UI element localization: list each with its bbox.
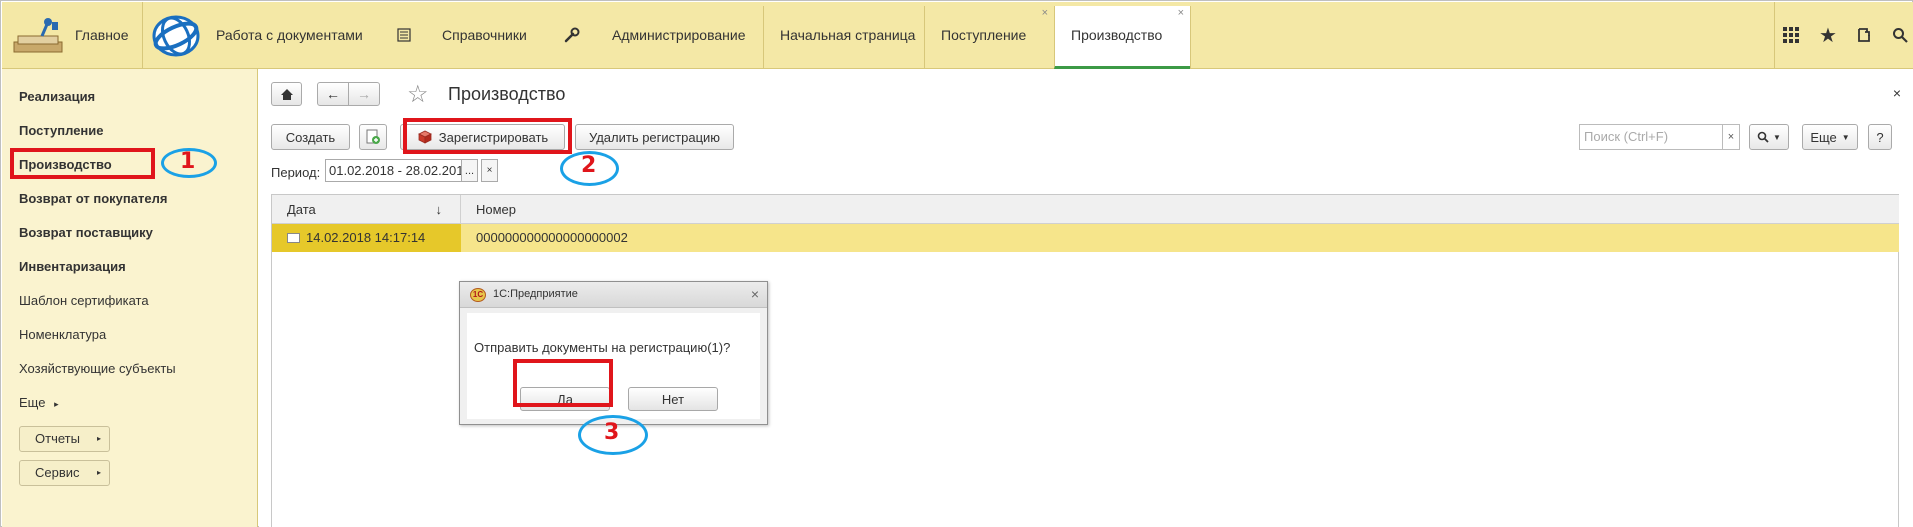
cell-date: 14.02.2018 14:17:14 [272, 224, 461, 252]
reports-arrow-icon: ▸ [96, 434, 101, 443]
copy-doc-icon [366, 129, 380, 144]
dialog-message: Отправить документы на регистрацию(1)? [474, 340, 731, 355]
sidebar-item-nomenclature[interactable]: Номенклатура [19, 327, 106, 342]
search-options-button[interactable]: ▼ [1749, 124, 1789, 150]
form-close-icon[interactable]: × [1893, 85, 1901, 101]
tab-production-close-icon[interactable]: × [1178, 7, 1184, 19]
unregister-button[interactable]: Удалить регистрацию [575, 124, 734, 150]
service-arrow-icon: ▸ [96, 468, 101, 477]
search-icon[interactable] [1889, 24, 1911, 46]
confirm-dialog: 1С 1С:Предприятие × Отправить документы … [459, 281, 768, 425]
search-input[interactable]: Поиск (Ctrl+F) [1579, 124, 1737, 150]
dialog-body: Отправить документы на регистрацию(1)? Д… [467, 313, 760, 419]
forward-button[interactable]: → [348, 82, 380, 106]
document-icon [287, 233, 300, 243]
section-references[interactable]: Справочники [397, 2, 547, 69]
more-button[interactable]: Еще ▼ [1802, 124, 1858, 150]
tab-production-label: Производство [1071, 27, 1163, 43]
section-references-label: Справочники [442, 27, 527, 43]
sidebar-item-supplier-return[interactable]: Возврат поставщику [19, 225, 153, 240]
section-documents-label: Работа с документами [216, 27, 363, 43]
sort-down-icon: ↓ [435, 202, 443, 217]
service-button-label: Сервис [35, 465, 80, 480]
section-home-label: Главное [75, 27, 129, 43]
forward-arrow-icon: → [357, 86, 371, 102]
more-arrow-icon: ▼ [1841, 132, 1850, 142]
period-label: Период: [271, 165, 321, 180]
sidebar-item-certificate-template[interactable]: Шаблон сертификата [19, 293, 149, 308]
back-button[interactable]: ← [317, 82, 349, 106]
section-administration[interactable]: Администрирование [564, 2, 754, 69]
apps-grid-icon[interactable] [1780, 24, 1802, 46]
sidebar-more-arrow-icon: ▸ [54, 399, 59, 409]
reports-button-label: Отчеты [35, 431, 80, 446]
cell-number: 000000000000000000002 [476, 230, 628, 245]
annotation-number-2: 2 [581, 153, 597, 178]
page-title: Производство [448, 84, 566, 104]
period-clear-icon[interactable]: × [481, 159, 498, 182]
sidebar-item-sales[interactable]: Реализация [19, 89, 95, 104]
star-icon[interactable]: ★ [1817, 24, 1839, 47]
sidebar-item-receipt[interactable]: Поступление [19, 123, 104, 138]
column-header-date-label: Дата [287, 202, 316, 217]
column-header-date[interactable]: Дата ↓ [272, 195, 461, 224]
section-divider [142, 2, 143, 69]
sidebar-item-more[interactable]: Еще ▸ [19, 395, 59, 410]
search-small-icon [1757, 131, 1769, 143]
wrench-icon [564, 27, 580, 43]
search-clear-icon[interactable]: × [1722, 124, 1740, 150]
period-field[interactable]: 01.02.2018 - 28.02.2018 [325, 159, 462, 182]
service-button[interactable]: Сервис ▸ [19, 460, 110, 486]
annotation-number-3: 3 [604, 420, 620, 445]
section-administration-label: Администрирование [612, 27, 746, 43]
history-icon[interactable] [1853, 24, 1875, 46]
tab-production[interactable]: Производство × [1054, 6, 1190, 69]
sidebar-item-more-label: Еще [19, 395, 46, 410]
tab-divider [1190, 6, 1191, 69]
more-button-label: Еще [1810, 129, 1837, 145]
tab-start-page-label: Начальная страница [780, 27, 916, 43]
no-button[interactable]: Нет [628, 387, 718, 411]
annotation-box-1 [10, 148, 155, 179]
section-home[interactable]: Главное [2, 2, 142, 69]
column-header-number[interactable]: Номер [461, 195, 1899, 224]
annotation-box-3 [513, 359, 613, 407]
back-arrow-icon: ← [326, 86, 340, 102]
top-panel: Главное Работа с документами Справочники [2, 2, 1913, 69]
period-select-button[interactable]: ... [461, 159, 478, 182]
dialog-close-icon[interactable]: × [751, 286, 759, 302]
home-icon [280, 88, 293, 100]
home-desk-icon [13, 18, 63, 53]
cell-date-value: 14.02.2018 14:17:14 [306, 230, 426, 245]
tab-receipt[interactable]: Поступление × [924, 6, 1054, 69]
annotation-box-2 [403, 118, 572, 154]
tab-start-page[interactable]: Начальная страница [763, 6, 924, 69]
reports-button[interactable]: Отчеты ▸ [19, 426, 110, 452]
search-options-arrow-icon: ▼ [1773, 132, 1781, 142]
favorite-star-icon[interactable]: ☆ [407, 80, 429, 109]
documents-globe-icon [152, 15, 200, 57]
dialog-titlebar: 1С 1С:Предприятие × [460, 282, 767, 308]
list-icon [397, 28, 411, 42]
dialog-title: 1С:Предприятие [493, 288, 578, 300]
sidebar-item-inventory[interactable]: Инвентаризация [19, 259, 126, 274]
sidebar: Реализация Поступление Производство Возв… [2, 69, 258, 527]
table-row[interactable]: 14.02.2018 14:17:14 00000000000000000000… [272, 224, 1899, 252]
1c-logo-icon: 1С [470, 288, 486, 302]
annotation-number-1: 1 [180, 149, 196, 174]
section-documents[interactable]: Работа с документами [152, 2, 377, 69]
home-button[interactable] [271, 82, 302, 106]
create-button[interactable]: Создать [271, 124, 350, 150]
sidebar-item-customer-return[interactable]: Возврат от покупателя [19, 191, 167, 206]
sidebar-item-business-entities[interactable]: Хозяйствующие субъекты [19, 361, 176, 376]
app-window: Главное Работа с документами Справочники [0, 0, 1913, 527]
tab-receipt-close-icon[interactable]: × [1042, 7, 1048, 19]
tab-receipt-label: Поступление [941, 27, 1027, 43]
help-button[interactable]: ? [1868, 124, 1892, 150]
toolbar-divider [1774, 2, 1775, 69]
copy-button[interactable] [359, 124, 387, 150]
